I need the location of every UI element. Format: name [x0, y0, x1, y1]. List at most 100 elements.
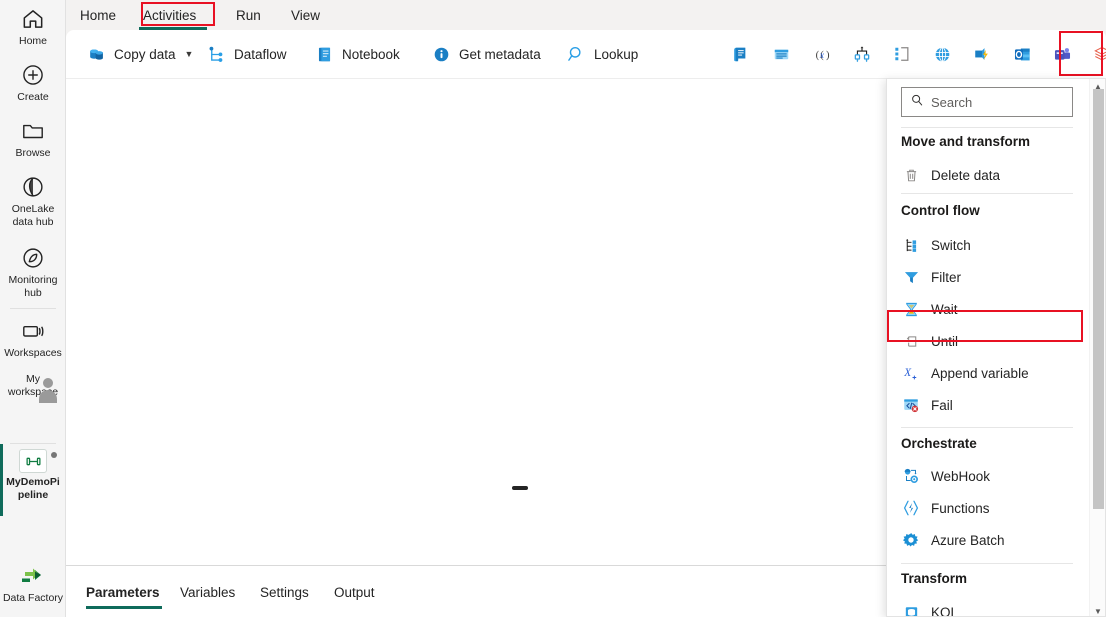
sidebar-item-onelake-data-hub[interactable]: OneLake data hub — [0, 174, 66, 228]
toolbar-notebook[interactable]: Notebook — [306, 36, 408, 72]
sidebar-item-data-factory[interactable]: Data Factory — [0, 563, 66, 605]
tab-parameters-underline — [86, 606, 162, 609]
tab-run[interactable]: Run — [234, 0, 263, 30]
tab-variables[interactable]: Variables — [180, 578, 235, 606]
data-factory-icon — [0, 563, 66, 589]
svg-text:(: ( — [816, 50, 820, 61]
flyout-label-append-variable: Append variable — [931, 365, 1029, 381]
sidebar-label-monitoring-2: hub — [24, 286, 42, 299]
databricks-icon — [1092, 44, 1106, 64]
toolbar-script[interactable] — [724, 36, 756, 72]
toolbar-stored-procedure[interactable] — [765, 36, 797, 72]
fabric-pipeline-editor: Home Create Browse OneLake data hub Moni… — [0, 0, 1106, 617]
toolbar-databricks[interactable] — [1086, 36, 1106, 72]
sidebar-label-data-factory: Data Factory — [2, 592, 64, 604]
flyout-item-delete-data[interactable]: Delete data — [893, 160, 1077, 190]
flyout-item-azure-batch[interactable]: Azure Batch — [893, 525, 1077, 555]
info-icon — [431, 44, 451, 64]
copy-data-icon — [86, 44, 106, 64]
tab-output[interactable]: Output — [334, 578, 375, 606]
flyout-label-webhook: WebHook — [931, 468, 991, 484]
toolbar-lookup-label: Lookup — [594, 46, 639, 62]
tab-parameters[interactable]: Parameters — [86, 578, 160, 606]
flyout-label-functions: Functions — [931, 500, 990, 516]
flyout-item-fail[interactable]: Fail — [893, 390, 1077, 420]
tab-settings[interactable]: Settings — [260, 578, 309, 606]
magnifier-icon — [566, 44, 586, 64]
sidebar-label-home: Home — [18, 35, 47, 47]
sidebar-item-browse[interactable]: Browse — [0, 118, 66, 160]
flyout-divider-1 — [901, 127, 1073, 128]
toolbar-copy-data[interactable]: Copy data ▼ — [78, 36, 201, 72]
toolbar-dataflow-label: Dataflow — [234, 46, 287, 62]
flyout-item-until[interactable]: Until — [893, 326, 1077, 356]
toolbar-set-variable[interactable]: ( x ( ) — [806, 36, 838, 72]
notebook-icon — [314, 44, 334, 64]
flyout-heading-control-flow: Control flow — [901, 202, 980, 218]
chevron-down-icon[interactable]: ▼ — [185, 49, 194, 59]
stored-procedure-icon — [771, 44, 791, 64]
flyout-item-switch[interactable]: Switch — [893, 230, 1077, 260]
activities-overflow-flyout: Search Move and transform Delete data Co… — [886, 78, 1106, 617]
foreach-icon — [852, 44, 872, 64]
toolbar-dataflow[interactable]: Dataflow — [198, 36, 295, 72]
append-variable-icon: X — [901, 363, 921, 383]
svg-text:): ) — [826, 50, 830, 61]
panel-resize-handle[interactable] — [512, 486, 528, 490]
script-icon — [730, 44, 750, 64]
flyout-label-filter: Filter — [931, 269, 961, 285]
dataflow-icon — [206, 44, 226, 64]
flyout-item-filter[interactable]: Filter — [893, 262, 1077, 292]
flyout-scroll-thumb[interactable] — [1093, 89, 1104, 509]
toolbar-web[interactable] — [926, 36, 958, 72]
toolbar-teams[interactable] — [1046, 36, 1078, 72]
switch-icon — [901, 235, 921, 255]
sidebar-item-mydemopipeline[interactable]: MyDemoPi peline — [0, 449, 66, 501]
flyout-divider-4 — [901, 563, 1073, 564]
flyout-label-kql: KQL — [931, 604, 959, 617]
sidebar-item-home[interactable]: Home — [0, 6, 66, 48]
flyout-scroll-down-arrow-icon[interactable]: ▼ — [1090, 604, 1105, 616]
set-variable-icon: ( x ( ) — [812, 44, 832, 64]
flyout-item-wait[interactable]: Wait — [893, 294, 1077, 324]
flyout-item-append-variable[interactable]: X Append variable — [893, 358, 1077, 388]
sidebar-label-browse: Browse — [15, 147, 51, 159]
if-condition-icon — [892, 44, 912, 64]
sidebar-label-create: Create — [17, 91, 49, 103]
search-input[interactable]: Search — [901, 87, 1073, 117]
toolbar-if-condition[interactable] — [886, 36, 918, 72]
toolbar-azure-function[interactable] — [966, 36, 998, 72]
flyout-scrollbar[interactable]: ▲ ▼ — [1089, 79, 1105, 616]
tab-activities[interactable]: Activities — [141, 0, 198, 30]
onelake-icon — [0, 174, 66, 200]
sidebar-divider-1 — [10, 308, 56, 309]
flyout-item-functions[interactable]: Functions — [893, 493, 1077, 523]
flyout-divider-3 — [901, 427, 1073, 428]
flyout-heading-transform: Transform — [901, 570, 968, 586]
flyout-item-kql[interactable]: KQL — [893, 597, 1077, 617]
web-icon — [932, 44, 952, 64]
sidebar-item-workspaces[interactable]: Workspaces — [0, 318, 66, 360]
toolbar-get-metadata[interactable]: Get metadata — [423, 36, 549, 72]
until-icon — [901, 331, 921, 351]
flyout-label-delete-data: Delete data — [931, 167, 1001, 183]
sidebar-label-pipeline-1: MyDemoPi — [6, 476, 60, 488]
azure-function-icon — [972, 44, 992, 64]
tab-view[interactable]: View — [289, 0, 322, 30]
search-placeholder: Search — [931, 94, 973, 110]
outlook-icon — [1012, 44, 1032, 64]
folder-icon — [0, 118, 66, 144]
sidebar-item-create[interactable]: Create — [0, 62, 66, 104]
sidebar-item-my-workspace[interactable]: My workspace — [0, 373, 66, 398]
tab-home[interactable]: Home — [78, 0, 118, 30]
flyout-heading-move-and-transform: Move and transform — [901, 133, 1031, 149]
sidebar-label-monitoring-1: Monitoring — [8, 274, 58, 286]
svg-text:X: X — [903, 367, 912, 379]
sidebar-label-workspaces: Workspaces — [4, 347, 62, 359]
flyout-item-webhook[interactable]: WebHook — [893, 461, 1077, 491]
toolbar-foreach[interactable] — [846, 36, 878, 72]
sidebar-item-monitoring-hub[interactable]: Monitoring hub — [0, 245, 66, 299]
toolbar-lookup[interactable]: Lookup — [558, 36, 646, 72]
flyout-label-wait: Wait — [931, 301, 958, 317]
toolbar-outlook[interactable] — [1006, 36, 1038, 72]
